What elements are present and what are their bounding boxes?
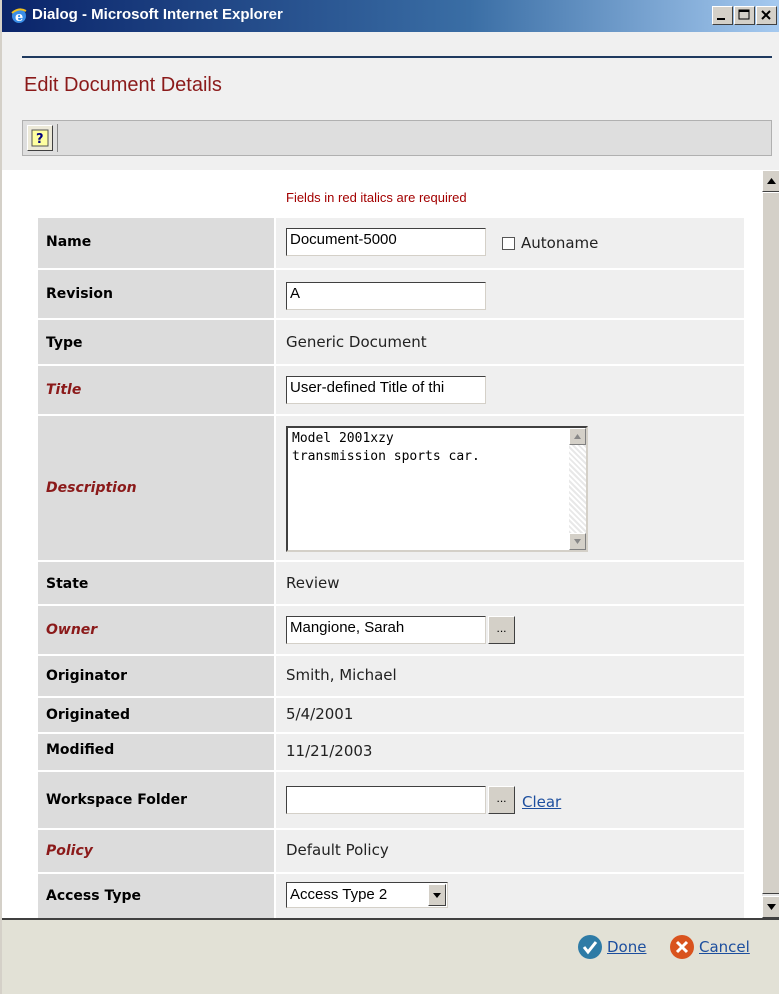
row-owner: Owner Mangione, Sarah ... [38,606,744,654]
scroll-up-icon[interactable] [762,170,779,192]
maximize-button[interactable] [734,6,755,25]
check-icon [578,935,602,959]
autoname-checkbox[interactable] [502,237,515,250]
description-scrollbar[interactable] [569,428,586,550]
workspace-folder-browse-button[interactable]: ... [488,786,515,814]
access-type-label: Access Type [46,888,141,904]
owner-browse-button[interactable]: ... [488,616,515,644]
row-originator: Originator Smith, Michael [38,656,744,696]
row-state: State Review [38,562,744,604]
autoname-label: Autoname [521,234,599,252]
modified-label: Modified [46,742,115,758]
row-description: Description Model 2001xzy transmission s… [38,416,744,560]
dialog-footer: Done Cancel [2,918,779,994]
toolbar-separator [57,124,58,152]
row-modified: Modified 11/21/2003 [38,734,744,770]
dialog-window: e Dialog - Microsoft Internet Explorer E… [0,0,779,994]
originated-value: 5/4/2001 [286,705,354,723]
help-button[interactable]: ? [27,125,53,151]
close-icon [670,935,694,959]
row-revision: Revision A [38,270,744,318]
cancel-label: Cancel [699,938,750,956]
scrollbar-thumb[interactable] [762,192,779,894]
scroll-down-icon[interactable] [762,896,779,918]
name-label: Name [46,234,92,250]
row-policy: Policy Default Policy [38,830,744,872]
originator-value: Smith, Michael [286,666,397,684]
originated-label: Originated [46,707,131,723]
workspace-folder-input[interactable] [286,786,486,814]
page-title: Edit Document Details [24,74,222,96]
row-access-type: Access Type Access Type 2 [38,874,744,918]
state-label: State [46,576,89,592]
clear-link[interactable]: Clear [522,793,561,811]
policy-label: Policy [46,843,93,859]
minimize-button[interactable] [712,6,733,25]
row-name: Name Document-5000 Autoname [38,218,744,268]
title-label: Title [46,382,82,398]
done-button[interactable]: Done [577,934,646,960]
name-input[interactable]: Document-5000 [286,228,486,256]
row-workspace-folder: Workspace Folder ... Clear [38,772,744,828]
description-label: Description [46,480,137,496]
row-type: Type Generic Document [38,320,744,364]
scroll-down-icon[interactable] [569,533,586,550]
row-originated: Originated 5/4/2001 [38,698,744,732]
owner-input[interactable]: Mangione, Sarah [286,616,486,644]
cancel-button[interactable]: Cancel [669,934,750,960]
description-line-2: transmission sports car. [292,449,480,464]
help-icon: ? [31,129,49,147]
type-label: Type [46,335,83,351]
originator-label: Originator [46,668,128,684]
ie-icon: e [10,7,28,25]
type-value: Generic Document [286,333,427,351]
window-title: Dialog - Microsoft Internet Explorer [32,6,283,23]
toolbar: ? [22,120,772,156]
row-title: Title User-defined Title of thi [38,366,744,414]
description-textarea[interactable]: Model 2001xzy transmission sports car. [286,426,588,552]
state-value: Review [286,574,340,592]
revision-label: Revision [46,286,113,302]
page-scrollbar[interactable] [762,170,779,918]
revision-input[interactable]: A [286,282,486,310]
title-bar: e Dialog - Microsoft Internet Explorer [2,0,779,32]
owner-label: Owner [46,622,98,638]
access-type-select[interactable]: Access Type 2 [286,882,448,908]
done-label: Done [607,938,647,956]
chevron-down-icon[interactable] [428,884,446,906]
scroll-up-icon[interactable] [569,428,586,445]
description-line-1: Model 2001xzy [292,431,394,446]
form-content: Fields in red italics are required Name … [2,170,762,918]
access-type-value: Access Type 2 [290,886,388,903]
svg-text:e: e [15,10,23,25]
title-input[interactable]: User-defined Title of thi [286,376,486,404]
policy-value: Default Policy [286,841,389,859]
workspace-folder-label: Workspace Folder [46,792,188,808]
close-window-button[interactable] [756,6,777,25]
header-divider [22,56,772,58]
required-fields-note: Fields in red italics are required [286,190,467,205]
header-area: Edit Document Details ? [2,32,779,170]
modified-value: 11/21/2003 [286,742,373,760]
svg-text:?: ? [36,132,44,147]
